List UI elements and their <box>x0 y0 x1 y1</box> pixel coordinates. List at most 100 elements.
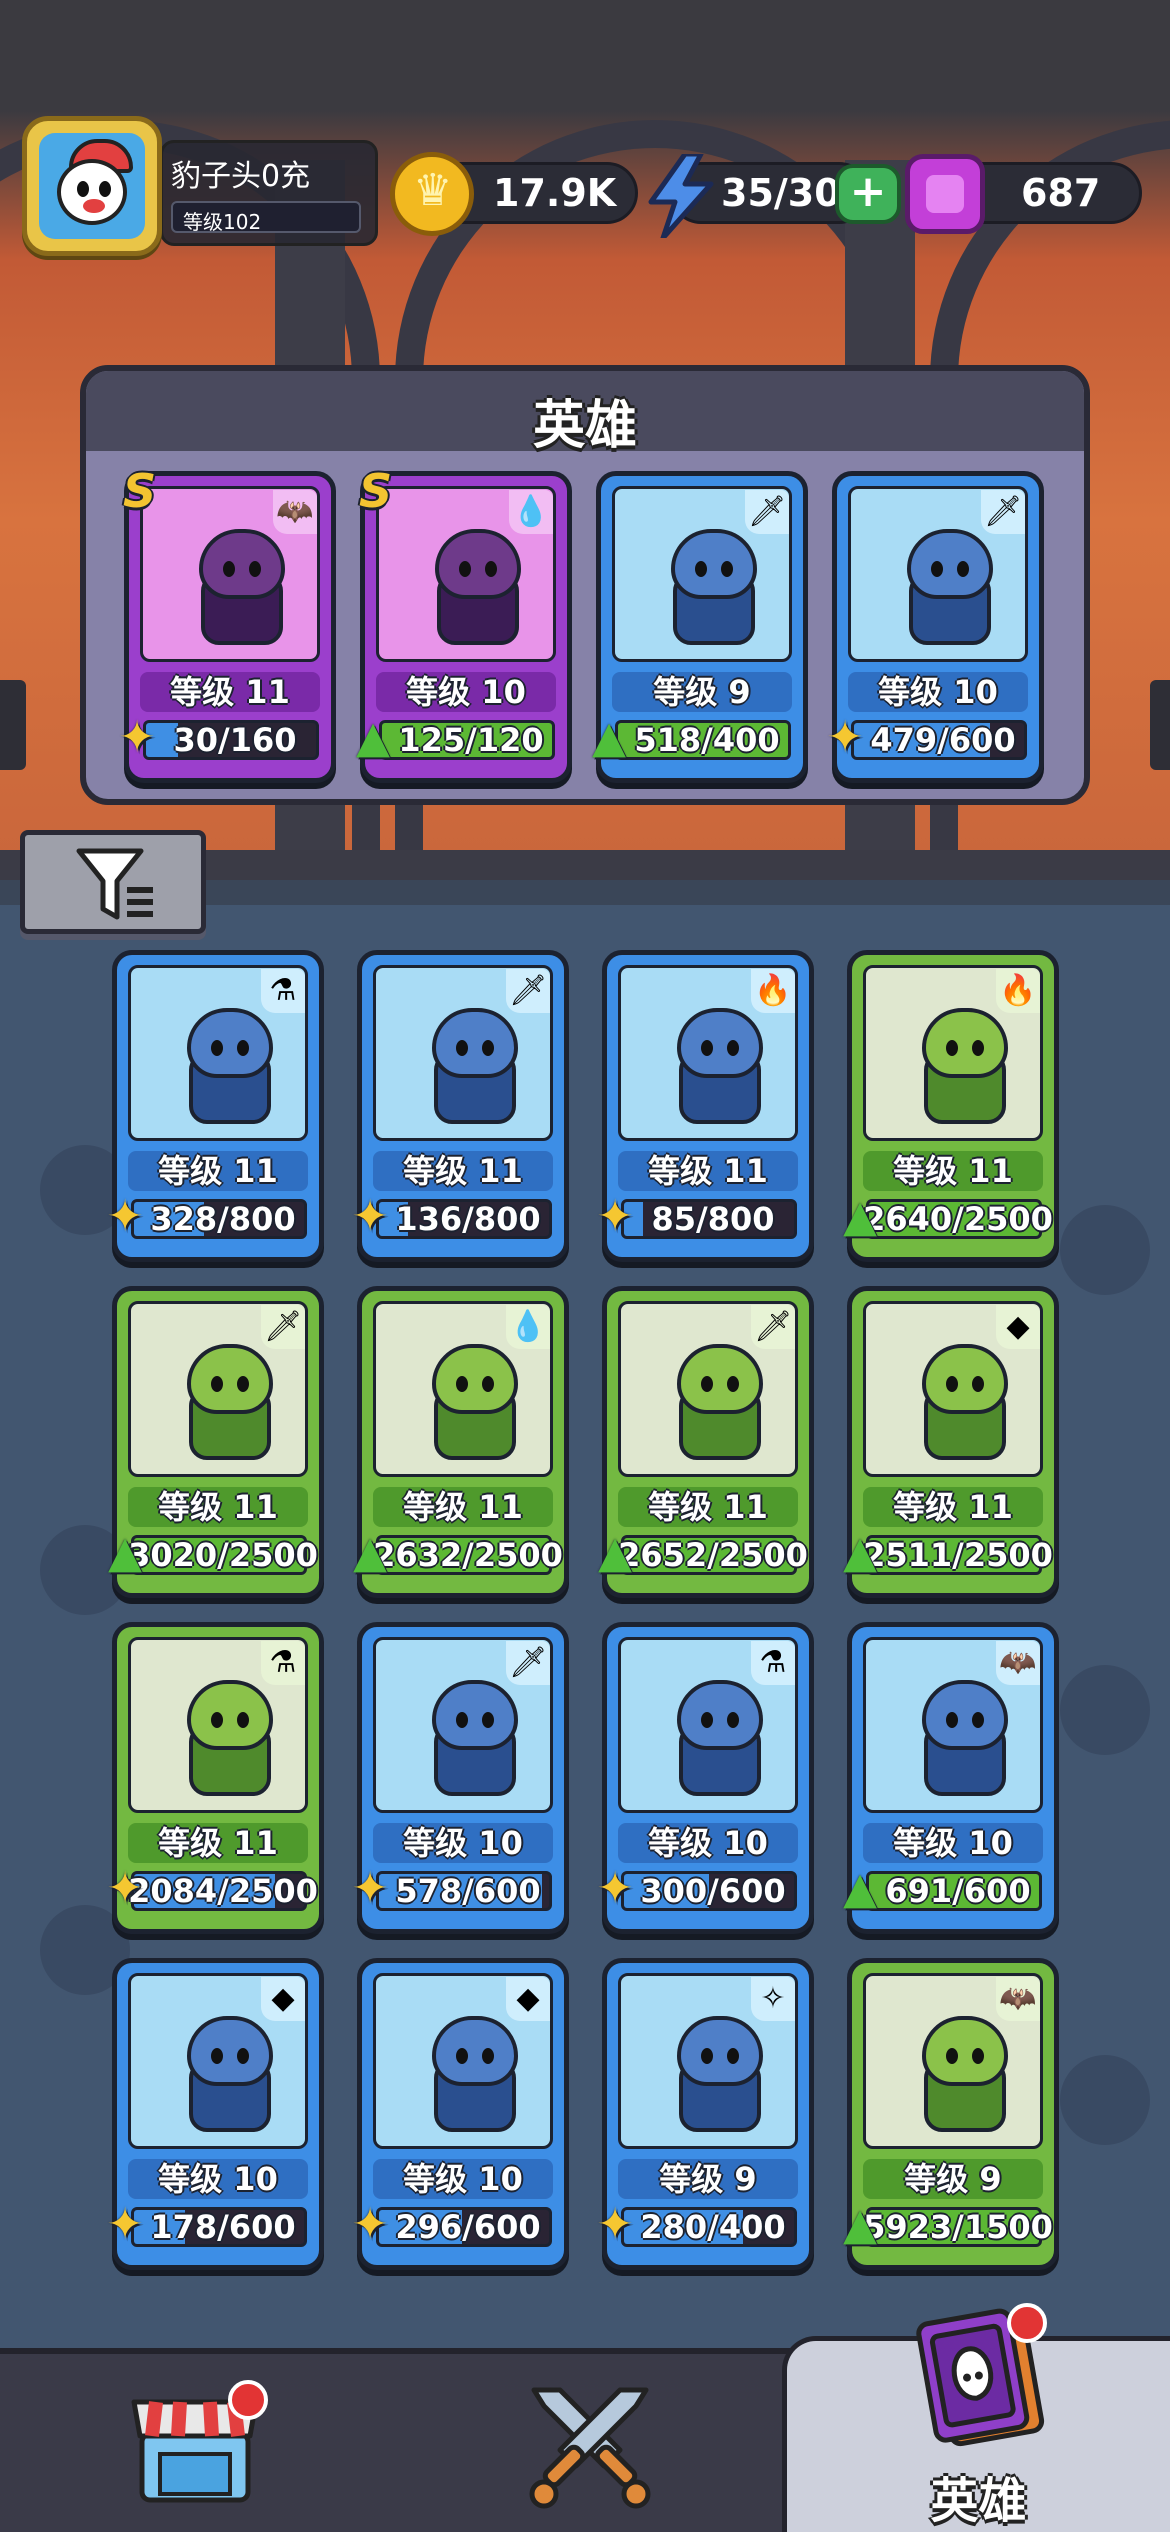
avatar-nose <box>83 199 105 213</box>
hero-card[interactable]: ⚗ 等级 11 328/800 ✦ <box>107 950 324 1262</box>
purple-gem-icon <box>905 154 985 234</box>
hero-card[interactable]: 💧 等级 11 2632/2500 ▲ <box>353 1286 569 1598</box>
hero-head <box>187 2016 273 2086</box>
shard-progress-text: 300/600 <box>640 1872 786 1910</box>
hero-eye <box>237 1712 249 1728</box>
featured-heroes-panel: 英雄 🦇 等级 11 30/160 ✦ S 💧 等级 10 125/120 ▲ S 🗡 等级 9 518… <box>80 365 1090 805</box>
sword-icon: 🗡 <box>506 969 550 1013</box>
avatar[interactable] <box>22 116 162 256</box>
hero-card[interactable]: 🗡 等级 11 3020/2500 ▲ <box>108 1286 324 1598</box>
top-hud: 豹子头0充 等级102 17.9K 35/30 + 687 <box>0 110 1170 260</box>
hero-eye <box>223 561 235 577</box>
nav-battle[interactable] <box>420 2354 740 2532</box>
shard-progress-text: 2652/2500 <box>618 1536 808 1574</box>
hero-card[interactable]: 🦇 等级 10 691/600 ▲ <box>843 1622 1059 1934</box>
hero-head <box>677 1680 763 1750</box>
hero-eye <box>456 1040 468 1056</box>
nav-shop[interactable] <box>60 2354 380 2532</box>
upgrade-arrow-icon: ▲ <box>843 2199 877 2250</box>
halo-wings-icon: ✧ <box>751 1977 795 2021</box>
hero-card[interactable]: 🔥 等级 11 2640/2500 ▲ <box>843 950 1059 1262</box>
hero-figure <box>904 1338 1026 1468</box>
rank-badge: S <box>359 464 393 518</box>
hero-eye <box>211 2048 223 2064</box>
shard-progress-text: 2511/2500 <box>863 1536 1053 1574</box>
player-level: 等级102 <box>171 201 361 234</box>
hero-level: 等级 11 <box>863 1487 1043 1527</box>
hero-figure <box>659 1674 781 1804</box>
sword-icon: 🗡 <box>981 490 1025 534</box>
lightning-bolt-icon <box>645 151 717 241</box>
hero-eye <box>946 1376 958 1392</box>
hero-eye <box>946 1040 958 1056</box>
hero-card[interactable]: 🗡 等级 9 518/400 ▲ <box>592 471 808 783</box>
bat-icon: 🦇 <box>996 1977 1040 2021</box>
hero-eye <box>727 2048 739 2064</box>
hero-card[interactable]: ◆ 等级 10 178/600 ✦ <box>107 1958 324 2270</box>
shard-progress-text: 578/600 <box>395 1872 541 1910</box>
hero-head <box>671 529 757 599</box>
hero-eye <box>211 1040 223 1056</box>
puzzle-piece-icon: ✦ <box>351 1191 389 1242</box>
hero-head <box>432 2016 518 2086</box>
hero-figure <box>653 523 775 653</box>
puzzle-piece-icon: ✦ <box>596 1191 634 1242</box>
hero-eye <box>727 1376 739 1392</box>
hero-card[interactable]: ◆ 等级 10 296/600 ✦ <box>352 1958 569 2270</box>
hero-card[interactable]: ⚗ 等级 11 2084/2500 ✦ <box>107 1622 324 1934</box>
nav-heroes[interactable]: 英雄 <box>782 2303 1170 2532</box>
filter-button[interactable] <box>20 830 206 934</box>
shard-progress-text: 30/160 <box>173 721 297 759</box>
hero-eye <box>211 1376 223 1392</box>
hero-head <box>922 1008 1008 1078</box>
hero-eye <box>482 1040 494 1056</box>
hero-eye <box>237 2048 249 2064</box>
hero-head <box>677 1344 763 1414</box>
puzzle-piece-icon: ✦ <box>596 1863 634 1914</box>
hero-eye <box>237 1376 249 1392</box>
shard-progress-text: 280/400 <box>640 2208 786 2246</box>
hero-eye <box>701 1040 713 1056</box>
hero-eye <box>211 1712 223 1728</box>
hero-figure <box>414 1002 536 1132</box>
hero-card[interactable]: ✧ 等级 9 280/400 ✦ <box>597 1958 814 2270</box>
hero-figure <box>181 523 303 653</box>
hero-card[interactable]: 🦇 等级 11 30/160 ✦ S <box>119 464 336 783</box>
hero-card[interactable]: 🗡 等级 11 136/800 ✦ <box>352 950 569 1262</box>
hero-card[interactable]: ◆ 等级 11 2511/2500 ▲ <box>843 1286 1059 1598</box>
player-info[interactable]: 豹子头0充 等级102 <box>160 140 378 246</box>
puzzle-piece-icon: ✦ <box>351 2199 389 2250</box>
hero-figure <box>659 2010 781 2140</box>
shard-progress-text: 518/400 <box>634 721 780 759</box>
hero-level: 等级 11 <box>373 1151 553 1191</box>
hero-head <box>922 1680 1008 1750</box>
avatar-face <box>57 159 127 225</box>
potion-icon: ⚗ <box>751 1641 795 1685</box>
rock-icon: ◆ <box>996 1305 1040 1349</box>
add-energy-button[interactable]: + <box>835 164 901 224</box>
hero-head <box>435 529 521 599</box>
upgrade-arrow-icon: ▲ <box>843 1863 877 1914</box>
hero-eye <box>456 1712 468 1728</box>
hero-level: 等级 11 <box>618 1151 798 1191</box>
hero-level: 等级 9 <box>618 2159 798 2199</box>
hero-level: 等级 11 <box>128 1823 308 1863</box>
shard-progress-text: 3020/2500 <box>128 1536 318 1574</box>
hero-card[interactable]: 🗡 等级 10 578/600 ✦ <box>352 1622 569 1934</box>
hero-figure <box>417 523 539 653</box>
shard-progress-text: 125/120 <box>398 721 544 759</box>
hero-card[interactable]: ⚗ 等级 10 300/600 ✦ <box>597 1622 814 1934</box>
upgrade-arrow-icon: ▲ <box>353 1527 387 1578</box>
hero-card[interactable]: 💧 等级 10 125/120 ▲ S <box>356 464 572 783</box>
hero-card[interactable]: 🗡 等级 10 479/600 ✦ <box>827 471 1044 783</box>
hero-level: 等级 11 <box>863 1151 1043 1191</box>
hero-card[interactable]: 🦇 等级 9 5923/1500 ▲ <box>843 1958 1059 2270</box>
hero-card[interactable]: 🔥 等级 11 85/800 ✦ <box>597 950 814 1262</box>
hero-card[interactable]: 🗡 等级 11 2652/2500 ▲ <box>598 1286 814 1598</box>
hero-head <box>432 1344 518 1414</box>
filter-funnel-icon <box>76 848 153 920</box>
hero-eye <box>946 2048 958 2064</box>
hero-head <box>187 1680 273 1750</box>
hero-level: 等级 10 <box>848 672 1028 712</box>
hero-level: 等级 11 <box>128 1487 308 1527</box>
